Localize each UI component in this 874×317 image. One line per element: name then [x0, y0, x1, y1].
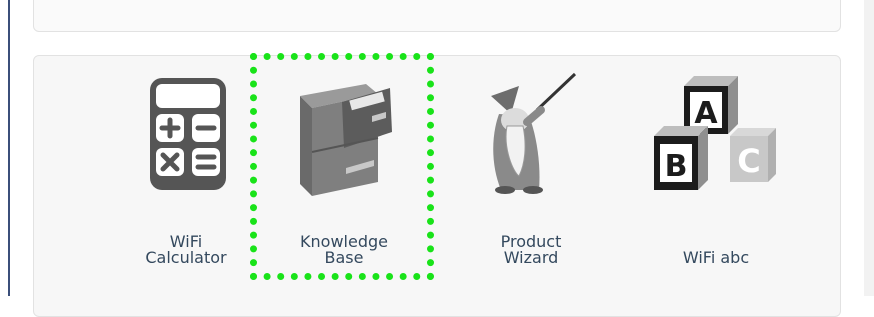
right-scroll-strip — [864, 0, 874, 296]
tile-wifi-abc[interactable]: C A B WiFi abc — [626, 56, 806, 296]
block-c-letter: C — [737, 142, 760, 180]
top-panel — [33, 0, 841, 32]
tile-label-line2: Calculator — [145, 248, 227, 267]
wizard-icon — [441, 56, 621, 216]
tile-label-line2: Wizard — [503, 248, 559, 267]
abc-blocks-icon: C A B — [626, 56, 806, 216]
calculator-icon — [96, 56, 276, 216]
tiles-panel: WiFi Calculator Knowledge Base Product W… — [33, 55, 841, 317]
selection-highlight — [250, 53, 434, 280]
tile-wifi-calculator[interactable]: WiFi Calculator — [96, 56, 276, 296]
block-b-letter: B — [665, 149, 688, 184]
tile-product-wizard[interactable]: Product Wizard — [441, 56, 621, 296]
block-a-letter: A — [694, 96, 718, 131]
tile-label-line2: WiFi abc — [682, 248, 750, 267]
left-border — [8, 0, 10, 296]
